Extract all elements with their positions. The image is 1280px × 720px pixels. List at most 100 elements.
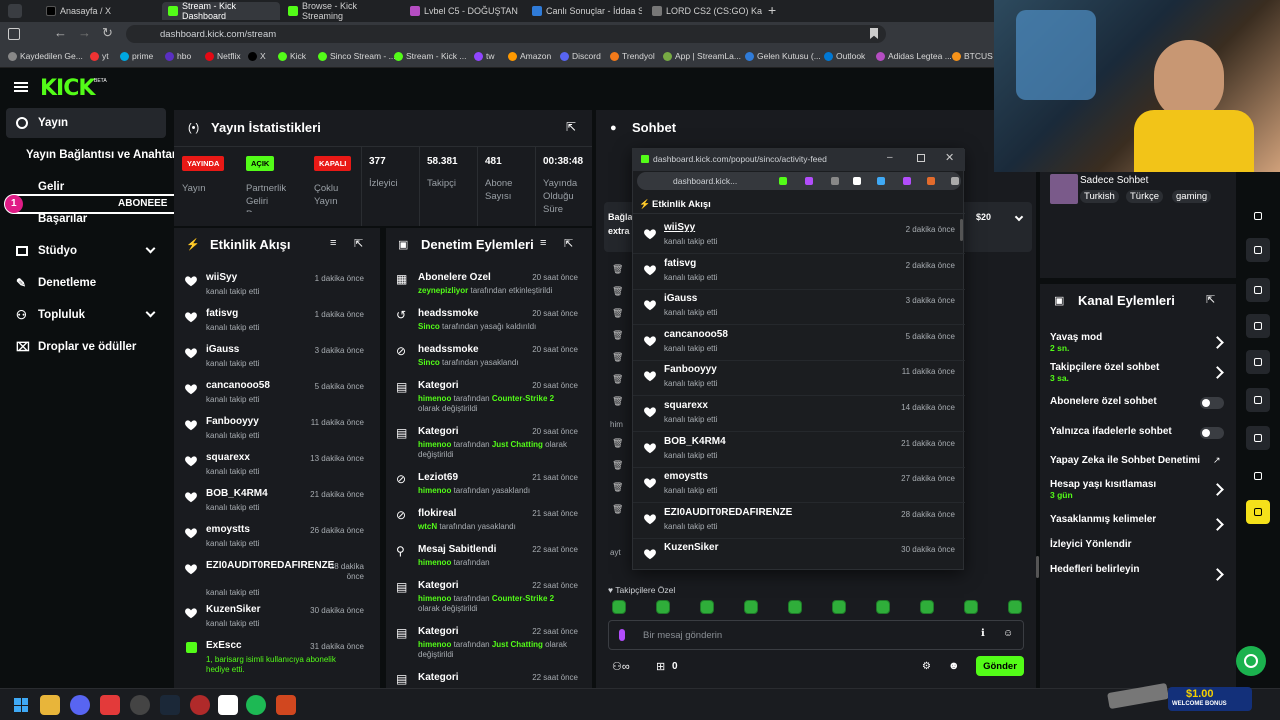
extension-icon[interactable] [903, 177, 911, 185]
extension-icon[interactable] [805, 177, 813, 185]
moderation-item[interactable]: ⊘ headssmoke 20 saat önce Sinco tarafından … [386, 344, 586, 384]
sidebar-item-yayin[interactable]: Yayın [6, 108, 166, 138]
tab-cs2-case[interactable]: LORD CS2 (CS:GO) Kasası - [646, 2, 762, 20]
moderation-item[interactable]: ⊘ flokireal 21 saat önce wtcN tarafından ya… [386, 508, 586, 548]
expand-icon[interactable] [1246, 204, 1270, 228]
emote-settings-icon[interactable]: ☻ [948, 660, 960, 672]
app-white-icon[interactable] [218, 695, 238, 715]
app-red-icon[interactable] [190, 695, 210, 715]
emote-3-icon[interactable] [700, 600, 714, 614]
chat-input[interactable]: Bir mesaj gönderin ℹ ☺ [608, 620, 1024, 650]
send-button[interactable]: Gönder [976, 656, 1024, 676]
activity-item[interactable]: emoystts kanalı takip etti 26 dakika önce [174, 522, 374, 556]
channel-action-5[interactable]: Hesap yaşı kısıtlaması 3 gün [1050, 479, 1230, 507]
moderation-item[interactable]: ▤ Kategori 20 saat önce himenoo tarafından … [386, 380, 586, 420]
extension-icon[interactable] [951, 177, 959, 185]
popout-icon[interactable]: ⇱ [1206, 293, 1215, 306]
extension-icon[interactable] [927, 177, 935, 185]
popout-icon[interactable]: ⇱ [564, 237, 573, 250]
bookmark-11[interactable]: Discord [560, 51, 601, 61]
popup-activity-item[interactable]: emoystts kanalı takip etti 27 dakika önce [633, 468, 965, 504]
bookmark-3[interactable]: hbo [165, 51, 191, 61]
toggle-switch[interactable] [1200, 397, 1224, 409]
chevron-down-icon[interactable] [1014, 212, 1024, 222]
back-icon[interactable]: ← [54, 25, 67, 40]
activity-item[interactable]: squarexx kanalı takip etti 13 dakika önce [174, 450, 374, 484]
bookmark-5[interactable]: X [248, 51, 266, 61]
emote-8-icon[interactable] [920, 600, 934, 614]
filter-icon[interactable]: ≡ [330, 237, 336, 249]
chat-bubble-icon[interactable] [1246, 314, 1270, 338]
popup-activity-item[interactable]: squarexx kanalı takip etti 14 dakika önce [633, 397, 965, 432]
bookmark-15[interactable]: Outlook [824, 51, 865, 61]
sidebar-item-topluluk[interactable]: ⚇ Topluluk [6, 300, 166, 330]
channel-action-8[interactable]: Hedefleri belirleyin [1050, 564, 1230, 592]
discord-icon[interactable] [70, 695, 90, 715]
bookmark-8[interactable]: Stream - Kick ... [394, 51, 466, 61]
bookmark-14[interactable]: Gelen Kutusu (... [745, 51, 821, 61]
chat-delete-icon[interactable]: 🗑 [612, 330, 623, 341]
bookmark-0[interactable]: Kaydedilen Ge... [8, 51, 83, 61]
emote-4-icon[interactable] [744, 600, 758, 614]
bookmark-1[interactable]: yt [90, 51, 109, 61]
activity-item[interactable]: cancanooo58 kanalı takip etti 5 dakika önc… [174, 378, 374, 412]
tag-1[interactable]: Türkçe [1126, 190, 1164, 203]
popup-activity-item[interactable]: EZI0AUDIT0REDAFIRENZE kanalı takip etti 28… [633, 504, 965, 539]
moderation-item[interactable]: ▤ Kategori 22 saat önce [386, 672, 586, 686]
tab-youtube[interactable]: Lvbel C5 - DOĞUŞTAN BER [404, 2, 520, 20]
activity-item[interactable]: iGauss kanalı takip etti 3 dakika önce [174, 342, 374, 376]
popup-activity-item[interactable]: fatisvg kanalı takip etti 2 dakika önce [633, 255, 965, 290]
bookmark-2[interactable]: prime [120, 51, 153, 61]
translate-icon[interactable]: ℹ [981, 628, 985, 639]
emote-7-icon[interactable] [876, 600, 890, 614]
popup-scrollbar[interactable] [960, 219, 963, 241]
close-icon[interactable]: ✕ [945, 151, 954, 164]
extension-icon[interactable] [877, 177, 885, 185]
popup-activity-item[interactable]: cancanooo58 kanalı takip etti 5 dakika önc… [633, 326, 965, 361]
chat-delete-icon[interactable]: 🗑 [612, 504, 623, 515]
bookmark-17[interactable]: BTCUS [952, 51, 993, 61]
extension-icon[interactable] [779, 177, 787, 185]
spotify-icon[interactable] [246, 695, 266, 715]
points-icon[interactable]: ⚇∞ [612, 660, 630, 673]
tab-x[interactable]: Anasayfa / X [40, 2, 160, 20]
gift-icon[interactable]: ⊞ [656, 660, 665, 673]
sidebar-item-droplar[interactable]: ⌧ Droplar ve ödüller [6, 332, 166, 362]
filter-icon[interactable]: ≡ [540, 237, 546, 249]
tag-2[interactable]: gaming [1172, 190, 1212, 203]
popup-address-bar[interactable]: dashboard.kick... [637, 172, 961, 190]
chat-delete-icon[interactable]: 🗑 [612, 460, 623, 471]
bookmark-12[interactable]: Trendyol [610, 51, 655, 61]
chat-delete-icon[interactable]: 🗑 [612, 264, 623, 275]
chat-delete-icon[interactable]: 🗑 [612, 352, 623, 363]
panel-scrollbar[interactable] [1036, 556, 1039, 578]
activity-item[interactable]: BOB_K4RM4 kanalı takip etti 21 dakika önce [174, 486, 374, 520]
settings-icon[interactable]: ⚙ [922, 661, 931, 672]
vivaldi-icon[interactable] [100, 695, 120, 715]
chat-delete-icon[interactable]: 🗑 [612, 286, 623, 297]
moderation-item[interactable]: ▤ Kategori 22 saat önce himenoo tarafından … [386, 580, 586, 620]
bookmark-16[interactable]: Adidas Legtea ... [876, 51, 952, 61]
wrench-icon[interactable] [1246, 426, 1270, 450]
bookmark-13[interactable]: App | StreamLa... [663, 51, 741, 61]
mic-icon[interactable] [619, 629, 625, 641]
activity-item[interactable]: KuzenSiker kanalı takip etti 30 dakika önc… [174, 602, 374, 636]
maximize-icon[interactable] [917, 154, 925, 162]
chat-delete-icon[interactable]: 🗑 [612, 482, 623, 493]
obs-icon[interactable] [130, 695, 150, 715]
bookmark-4[interactable]: Netflix [205, 51, 241, 61]
emote-2-icon[interactable] [656, 600, 670, 614]
emote-10-icon[interactable] [1008, 600, 1022, 614]
minimize-icon[interactable]: – [887, 152, 893, 163]
category-thumbnail[interactable] [1050, 174, 1078, 204]
emote-5-icon[interactable] [788, 600, 802, 614]
reload-icon[interactable]: ↻ [102, 25, 113, 41]
extension-icon[interactable] [831, 177, 839, 185]
popout-icon[interactable]: ⇱ [566, 120, 576, 134]
bookmark-7[interactable]: Sinco Stream - ... [318, 51, 396, 61]
popup-activity-item[interactable]: Fanbooyyy kanalı takip etti 11 dakika önce [633, 361, 965, 397]
activity-item[interactable]: wiiSyy kanalı takip etti 1 dakika önce [174, 270, 374, 304]
tab-kick-dashboard[interactable]: Stream - Kick Dashboard [162, 1, 280, 21]
new-tab-button[interactable]: + [768, 2, 776, 18]
moderation-item[interactable]: ↺ headssmoke 20 saat önce Sinco tarafından … [386, 308, 586, 348]
